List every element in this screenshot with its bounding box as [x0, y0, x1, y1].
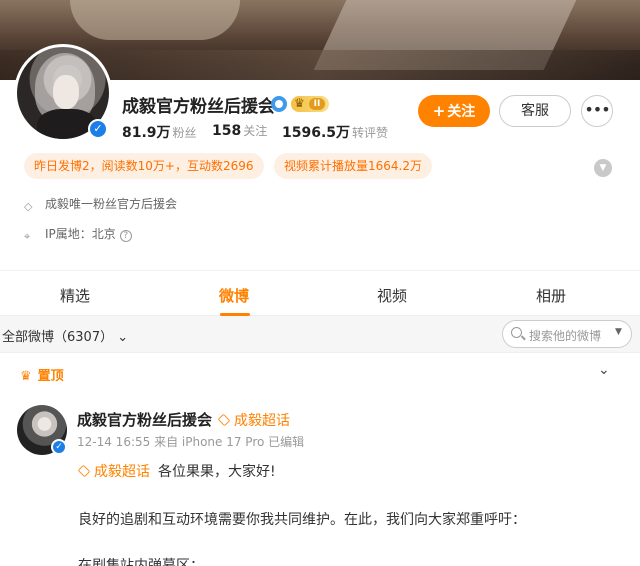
follow-button[interactable]: + 关注 [418, 95, 490, 127]
shield-icon: ◇ [24, 200, 33, 213]
feed-filter-bar: 全部微博（6307） ⌄ 搜索他的微博 ▼ [0, 316, 640, 352]
verified-type-icon[interactable] [271, 96, 287, 112]
search-icon [511, 327, 522, 338]
more-options-button[interactable]: ••• [581, 95, 613, 127]
diamond-icon [217, 413, 231, 427]
chevron-down-icon: ⌄ [117, 330, 129, 345]
crown-level: II [309, 98, 325, 110]
post-verified-icon: ✓ [51, 439, 67, 455]
tab-weibo[interactable]: 微博 [219, 285, 249, 306]
all-posts-filter[interactable]: 全部微博（6307） ⌄ [2, 326, 128, 345]
tab-featured[interactable]: 精选 [60, 285, 90, 306]
post-meta: 12-14 16:55 来自 iPhone 17 Pro 已编辑 [77, 435, 305, 449]
profile-name: 成毅官方粉丝后援会 [122, 97, 275, 117]
post-text-line-1: 成毅超话 各位果果，大家好! [77, 461, 276, 481]
dropdown-caret-icon[interactable]: ▼ [615, 327, 622, 337]
post-menu-chevron-icon[interactable]: ⌄ [598, 362, 610, 378]
super-topic-tag[interactable]: 成毅超话 [77, 464, 150, 480]
help-icon[interactable]: ? [119, 230, 132, 242]
super-topic-link[interactable]: 成毅超话 [217, 410, 290, 430]
crown-icon: ♛ [294, 96, 305, 110]
search-posts-input[interactable]: 搜索他的微博 ▼ [502, 320, 632, 348]
location-pin-icon: ⌖ [24, 230, 31, 243]
tab-videos[interactable]: 视频 [377, 285, 407, 306]
customer-service-button[interactable]: 客服 [499, 95, 571, 127]
crown-badge[interactable]: ♛ II [291, 96, 329, 112]
following-count[interactable]: 158 关注 [212, 122, 267, 139]
plus-icon: + [432, 102, 446, 120]
profile-description: ◇ 成毅唯一粉丝官方后援会 [24, 197, 178, 213]
profile-tabs: 精选 微博 视频 相册 [0, 270, 640, 316]
post-text-line-2: 良好的追剧和互动环境需要你我共同维护。在此，我们向大家郑重呼吁： [78, 512, 526, 528]
diamond-icon [77, 464, 91, 478]
pin-icon: ♛ [20, 369, 32, 384]
feed: ♛ 置顶 ⌄ ✓ 成毅官方粉丝后援会 成毅超话 12-14 16:55 来自 iP… [0, 352, 640, 566]
tab-albums[interactable]: 相册 [536, 285, 566, 306]
post-text-line-3: 在剧集站内弹幕区： [78, 558, 204, 566]
expand-chevron-icon[interactable]: ▼ [594, 159, 612, 177]
video-plays-pill[interactable]: 视频累计播放量1664.2万 [274, 153, 432, 179]
reposts-count: 1596.5万 转评赞 [282, 125, 389, 141]
ip-location: ⌖ IP属地：北京? [24, 225, 132, 243]
post-author-name[interactable]: 成毅官方粉丝后援会 [77, 409, 212, 430]
daily-stats-pill[interactable]: 昨日发博2，阅读数10万+，互动数2696 [24, 153, 264, 179]
pinned-label: ♛ 置顶 [20, 369, 64, 384]
verified-icon: ✓ [88, 119, 108, 139]
fans-count[interactable]: 81.9万 粉丝 [122, 122, 197, 142]
